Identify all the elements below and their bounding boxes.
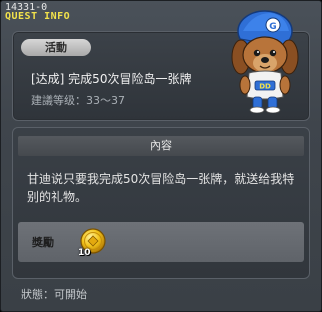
reward-quantity: 10 [78, 248, 91, 258]
window-title: QUEST INFO [5, 11, 71, 22]
reward-item-slot[interactable]: 10 [76, 226, 108, 258]
quest-name: [达成] 完成50次冒险岛一张牌 [31, 72, 192, 86]
quest-content-panel: 內容 甘迪说只要我完成50次冒险岛一张牌，就送给我特别的礼物。 獎勵 10 [12, 127, 310, 279]
quest-category-badge: 活動 [21, 39, 91, 56]
svg-text:G: G [269, 22, 276, 32]
reward-label: 獎勵 [32, 236, 54, 249]
quest-description: 甘迪说只要我完成50次冒险岛一张牌，就送给我特别的礼物。 [27, 172, 295, 204]
recommended-level: 建議等级：33～37 [31, 94, 125, 107]
quest-status: 狀態：可開始 [21, 288, 87, 301]
svg-text:DD: DD [259, 83, 271, 91]
content-header: 內容 [18, 136, 304, 156]
npc-dog-character-icon: G DD [231, 10, 299, 113]
quest-info-window: 14331-0 QUEST INFO 活動 [达成] 完成50次冒险岛一张牌 建… [0, 0, 322, 312]
reward-row: 獎勵 10 [18, 222, 304, 262]
